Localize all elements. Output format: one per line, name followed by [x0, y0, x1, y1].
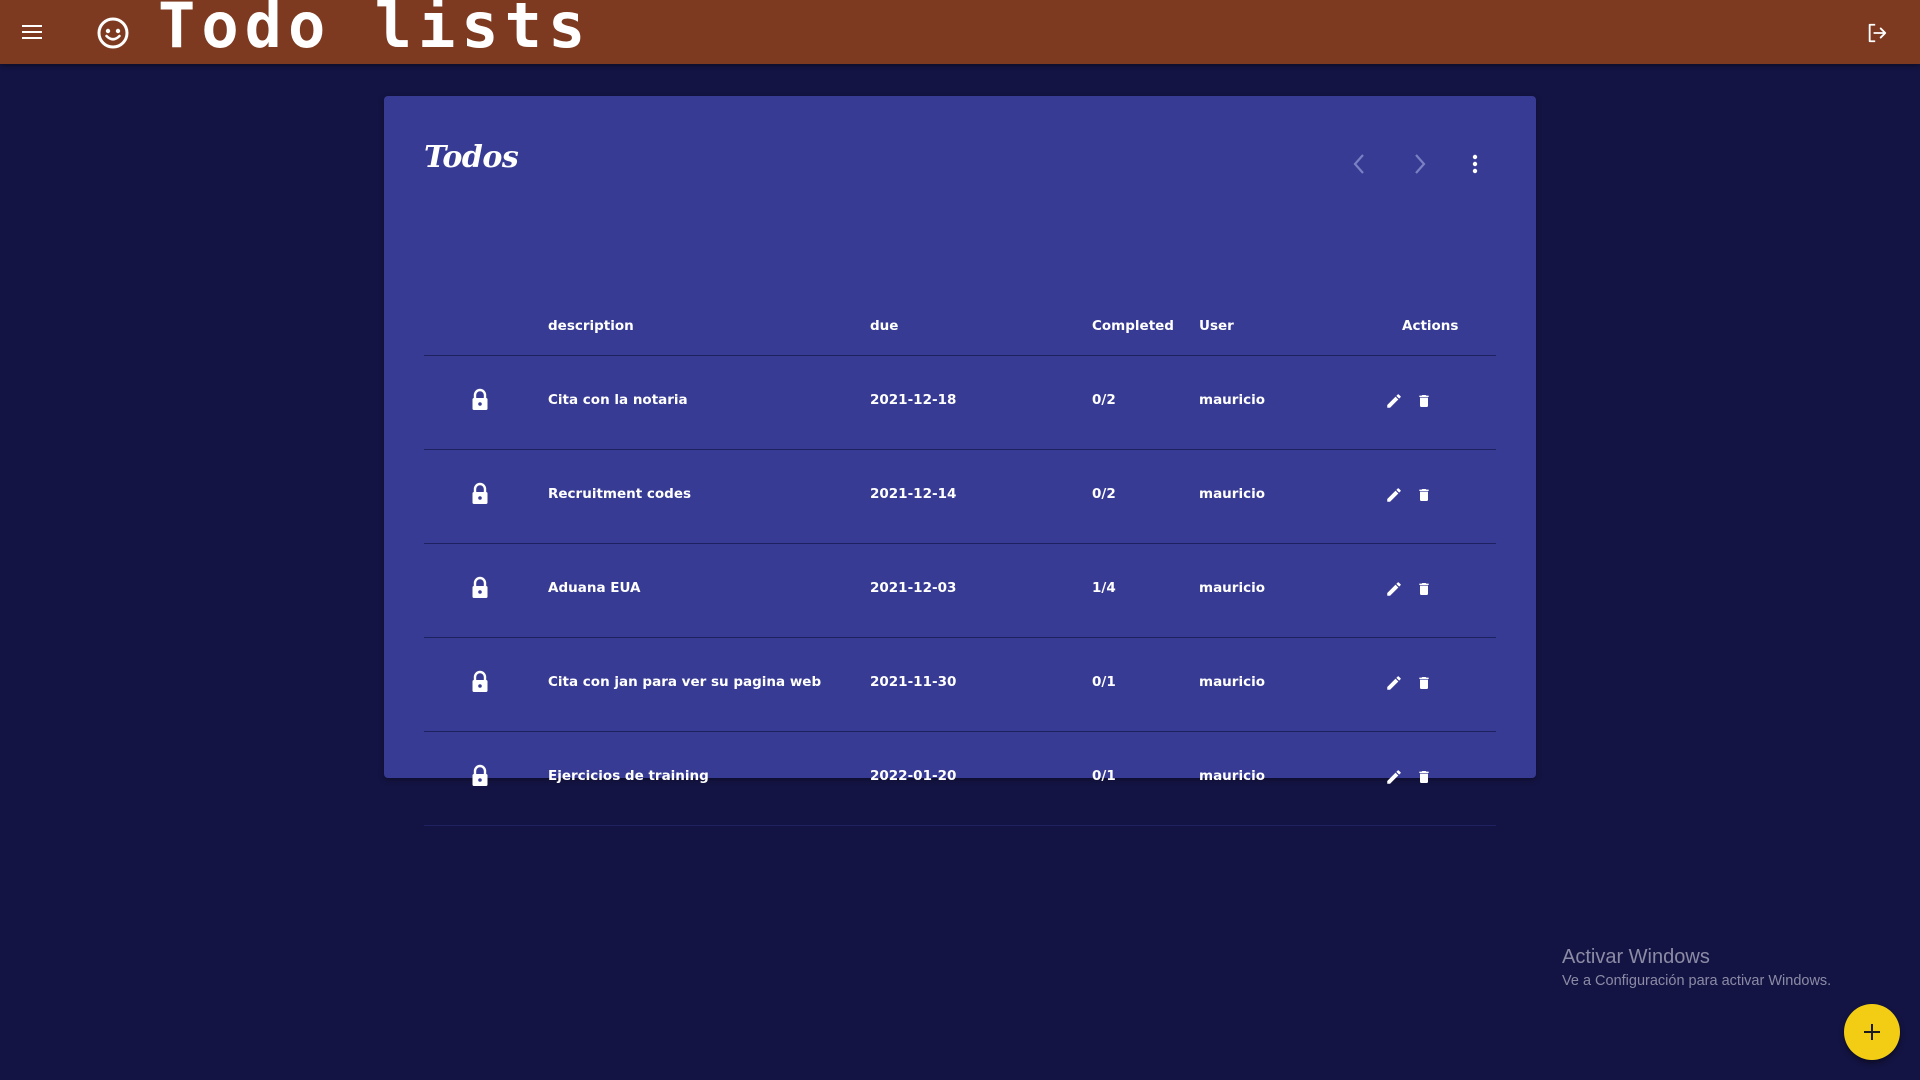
cell-user: mauricio — [1199, 392, 1265, 408]
watermark-subtitle: Ve a Configuración para activar Windows. — [1562, 973, 1832, 989]
todos-table: description due Completed User Actions C… — [384, 96, 1536, 826]
cell-user: mauricio — [1199, 674, 1265, 690]
cell-due: 2021-12-14 — [870, 486, 957, 502]
cell-description: Recruitment codes — [548, 486, 692, 502]
cell-user: mauricio — [1199, 486, 1265, 502]
menu-icon — [22, 25, 42, 39]
watermark-title: Activar Windows — [1562, 946, 1710, 968]
trash-icon — [1419, 395, 1429, 407]
pencil-icon — [1387, 582, 1401, 596]
cell-description: Ejercicios de training — [548, 768, 709, 784]
cell-user: mauricio — [1199, 768, 1265, 784]
delete-button[interactable] — [1412, 389, 1436, 413]
cell-description: Aduana EUA — [548, 580, 641, 596]
windows-activation-watermark: Activar Windows Ve a Configuración para … — [1562, 946, 1831, 989]
pencil-icon — [1387, 394, 1401, 408]
table-row[interactable]: Ejercicios de training 2022-01-20 0/1 ma… — [424, 732, 1496, 826]
edit-button[interactable] — [1382, 389, 1406, 413]
cell-completed: 0/1 — [1092, 768, 1116, 784]
lock-icon — [472, 670, 488, 692]
face-icon — [94, 14, 132, 52]
table-row[interactable]: Aduana EUA 2021-12-03 1/4 mauricio — [424, 544, 1496, 638]
trash-icon — [1419, 771, 1429, 783]
cell-description: Cita con la notaria — [548, 392, 688, 408]
table-row[interactable]: Cita con jan para ver su pagina web 2021… — [424, 638, 1496, 732]
cell-description: Cita con jan para ver su pagina web — [548, 674, 822, 690]
header-description[interactable]: description — [548, 318, 634, 334]
cell-due: 2021-11-30 — [870, 674, 957, 690]
pencil-icon — [1387, 770, 1401, 784]
cell-completed: 0/2 — [1092, 392, 1116, 408]
add-todo-button[interactable] — [1844, 1004, 1900, 1060]
header-completed[interactable]: Completed — [1092, 318, 1174, 334]
logout-button[interactable] — [1860, 16, 1894, 50]
lock-icon — [472, 388, 488, 410]
logout-icon — [1868, 23, 1887, 43]
cell-due: 2021-12-03 — [870, 580, 957, 596]
delete-button[interactable] — [1412, 765, 1436, 789]
cell-due: 2022-01-20 — [870, 768, 957, 784]
table-row[interactable]: Cita con la notaria 2021-12-18 0/2 mauri… — [424, 356, 1496, 450]
plus-icon — [1864, 1024, 1880, 1040]
delete-button[interactable] — [1412, 483, 1436, 507]
delete-button[interactable] — [1412, 577, 1436, 601]
header-user[interactable]: User — [1199, 318, 1234, 334]
cell-user: mauricio — [1199, 580, 1265, 596]
menu-button[interactable] — [14, 14, 50, 50]
header-actions: Actions — [1402, 318, 1459, 334]
lock-icon — [472, 576, 488, 598]
pencil-icon — [1387, 488, 1401, 502]
lock-icon — [472, 764, 488, 786]
cell-due: 2021-12-18 — [870, 392, 957, 408]
edit-button[interactable] — [1382, 671, 1406, 695]
table-header: description due Completed User Actions — [424, 308, 1496, 356]
trash-icon — [1419, 489, 1429, 501]
edit-button[interactable] — [1382, 577, 1406, 601]
delete-button[interactable] — [1412, 671, 1436, 695]
header-due[interactable]: due — [870, 318, 898, 334]
cell-completed: 1/4 — [1092, 580, 1116, 596]
trash-icon — [1419, 677, 1429, 689]
edit-button[interactable] — [1382, 765, 1406, 789]
table-row[interactable]: Recruitment codes 2021-12-14 0/2 maurici… — [424, 450, 1496, 544]
pencil-icon — [1387, 676, 1401, 690]
app-title: Todo lists — [158, 0, 592, 62]
lock-icon — [472, 482, 488, 504]
trash-icon — [1419, 583, 1429, 595]
cell-completed: 0/2 — [1092, 486, 1116, 502]
edit-button[interactable] — [1382, 483, 1406, 507]
app-bar: Todo lists — [0, 0, 1920, 64]
cell-completed: 0/1 — [1092, 674, 1116, 690]
